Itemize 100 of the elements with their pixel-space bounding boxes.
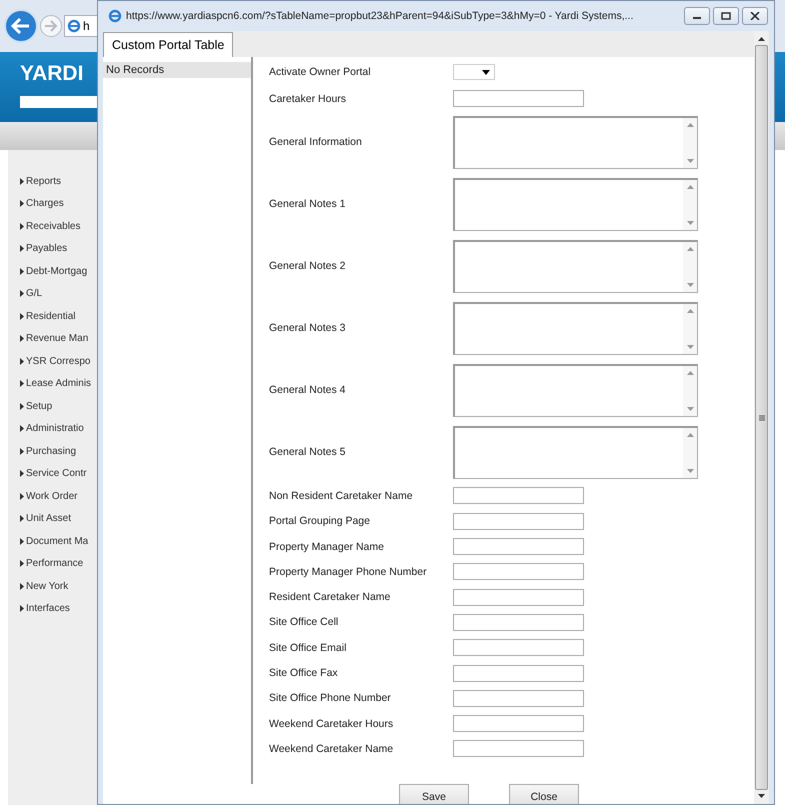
- text-area-field[interactable]: [453, 240, 698, 293]
- input-field[interactable]: [453, 512, 584, 530]
- expand-arrow-icon: [20, 582, 24, 590]
- scroll-thumb[interactable]: [755, 45, 768, 790]
- expand-arrow-icon: [20, 605, 24, 612]
- dialog-button[interactable]: Save: [399, 784, 469, 804]
- dropdown[interactable]: [453, 64, 495, 80]
- field-label: Weekend Caretaker Hours: [269, 718, 394, 730]
- nav-link[interactable]: Payables: [26, 243, 68, 254]
- input-field[interactable]: [453, 487, 584, 504]
- maximize-icon: [721, 12, 731, 20]
- input-field[interactable]: [453, 664, 584, 682]
- input-field[interactable]: [453, 588, 584, 606]
- expand-arrow-icon: [20, 312, 24, 320]
- input-field[interactable]: [453, 90, 584, 108]
- nav-link[interactable]: Purchasing: [26, 446, 76, 457]
- input-field[interactable]: [453, 715, 584, 732]
- field-label: Property Manager Phone Number: [269, 566, 428, 578]
- dialog-button[interactable]: Close: [509, 784, 579, 804]
- close-button[interactable]: [742, 7, 768, 25]
- input-field[interactable]: [453, 563, 584, 580]
- expand-arrow-icon: [20, 425, 24, 432]
- browser-e-icon: [108, 9, 122, 23]
- logo-text: YARDI: [20, 62, 84, 86]
- expand-arrow-icon: [20, 515, 24, 522]
- nav-link[interactable]: Administratio: [26, 423, 84, 434]
- field-label: Portal Grouping Page: [269, 515, 371, 528]
- expand-arrow-icon: [20, 268, 24, 275]
- maximize-button[interactable]: [713, 7, 739, 25]
- expand-arrow-icon: [20, 178, 24, 185]
- field-label: Weekend Caretaker Name: [269, 742, 394, 755]
- minimize-button[interactable]: [684, 7, 710, 25]
- nav-link[interactable]: Work Order: [26, 490, 78, 502]
- tab[interactable]: Custom Portal Table: [103, 32, 234, 57]
- text-area-field[interactable]: [453, 116, 698, 169]
- field-label: General Notes 5: [269, 446, 346, 458]
- text-area-field[interactable]: [453, 178, 698, 231]
- expand-arrow-icon: [20, 290, 24, 298]
- back-button[interactable]: [4, 9, 38, 43]
- nav-link[interactable]: Reports: [26, 176, 62, 187]
- grip-icon: [758, 414, 764, 420]
- field-label: Site Office Email: [269, 642, 348, 654]
- input-field[interactable]: [453, 690, 584, 707]
- nav-link[interactable]: Performance: [26, 558, 84, 570]
- scrollbar[interactable]: [754, 31, 769, 804]
- expand-arrow-icon: [20, 222, 24, 230]
- field-label: Resident Caretaker Name: [269, 591, 392, 604]
- input-field[interactable]: [453, 614, 584, 631]
- expand-arrow-icon: [20, 448, 24, 455]
- nav-link[interactable]: Service Contr: [26, 468, 87, 480]
- expand-arrow-icon: [20, 200, 24, 208]
- field-label: General Notes 3: [269, 322, 346, 334]
- nav-link[interactable]: Document Ma: [26, 536, 88, 547]
- expand-arrow-icon: [20, 358, 24, 365]
- nav-link[interactable]: Setup: [26, 400, 52, 412]
- nav-link[interactable]: Lease Adminis: [26, 378, 92, 390]
- expand-arrow-icon: [20, 380, 24, 388]
- nav-link[interactable]: Debt-Mortgag: [26, 266, 88, 277]
- nav-link[interactable]: Receivables: [26, 220, 80, 232]
- expand-arrow-icon: [20, 402, 24, 410]
- expand-arrow-icon: [20, 470, 24, 478]
- input-field[interactable]: [453, 538, 584, 556]
- field-label: Caretaker Hours: [269, 92, 348, 105]
- nav-link[interactable]: Revenue Man: [26, 333, 88, 344]
- nav-link[interactable]: Unit Asset: [26, 513, 72, 524]
- field-label: General Notes 1: [269, 198, 346, 210]
- browser-e-icon: [67, 19, 81, 33]
- field-label: Site Office Phone Number: [269, 692, 392, 704]
- record-item[interactable]: No Records: [103, 62, 251, 78]
- field-label: Activate Owner Portal: [269, 66, 372, 78]
- field-label: General Information: [269, 136, 363, 148]
- close-icon: [750, 12, 760, 20]
- field-label: General Notes 2: [269, 260, 346, 272]
- nav-link[interactable]: YSR Correspo: [26, 356, 90, 367]
- text-area-field[interactable]: [453, 364, 698, 417]
- nav-link[interactable]: Residential: [26, 310, 76, 322]
- field-label: Site Office Fax: [269, 667, 339, 680]
- caret-icon: [482, 70, 490, 74]
- forward-arrow-icon: [44, 20, 58, 32]
- window-title: https://www.yardiaspcn6.com/?sTableName=propbut23&hParent=94&iSubType=3&hMy=0 - Yardi Systems,...: [126, 10, 634, 22]
- scroll-up-icon[interactable]: [758, 37, 765, 41]
- text-area-field[interactable]: [453, 426, 698, 479]
- header-search-field[interactable]: [20, 96, 100, 108]
- nav-link[interactable]: New York: [26, 580, 68, 592]
- nav-link[interactable]: Interfaces: [26, 603, 70, 614]
- field-label: Property Manager Name: [269, 540, 385, 553]
- forward-button[interactable]: [40, 15, 62, 37]
- expand-arrow-icon: [20, 492, 24, 500]
- nav-link[interactable]: G/L: [26, 288, 42, 300]
- field-label: Non Resident Caretaker Name: [269, 490, 414, 502]
- expand-arrow-icon: [20, 245, 24, 252]
- expand-arrow-icon: [20, 538, 24, 545]
- expand-arrow-icon: [20, 560, 24, 568]
- nav-link[interactable]: Charges: [26, 198, 64, 210]
- text-area-field[interactable]: [453, 302, 698, 355]
- field-label: Site Office Cell: [269, 616, 340, 628]
- input-field[interactable]: [453, 740, 584, 758]
- input-field[interactable]: [453, 639, 584, 656]
- scroll-down-icon[interactable]: [758, 794, 765, 798]
- field-label: General Notes 4: [269, 384, 346, 396]
